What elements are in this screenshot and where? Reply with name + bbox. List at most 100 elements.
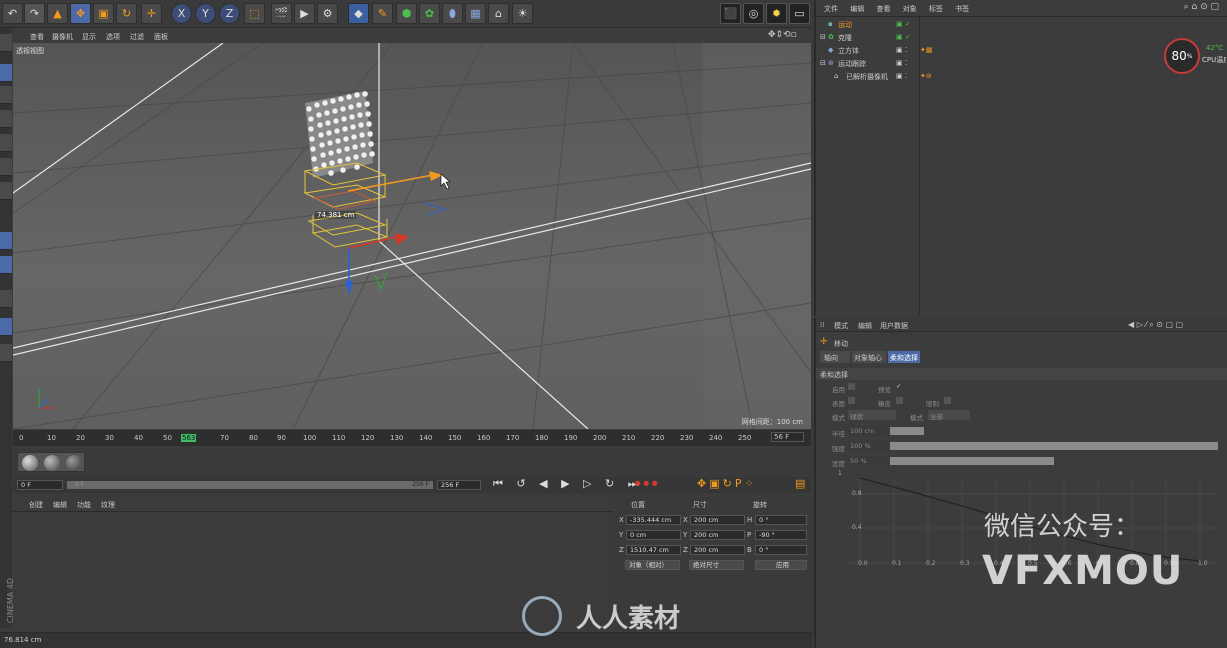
om-menu-bookmarks[interactable]: 书签 xyxy=(955,5,969,13)
key-buttons[interactable]: ✥▣↻P⁘ xyxy=(697,477,757,490)
tab-object-axis[interactable]: 对象轴心 xyxy=(852,351,886,363)
om-menu-object[interactable]: 对象 xyxy=(903,5,917,13)
menu-edit[interactable]: 编辑 xyxy=(53,500,67,510)
object-name[interactable]: 运动跟踪 xyxy=(838,59,866,69)
snap-icon[interactable] xyxy=(0,290,12,308)
apply-button[interactable]: 应用 xyxy=(755,560,807,570)
end-frame-field[interactable]: 56 F xyxy=(771,432,805,442)
cube-icon[interactable]: ◆ xyxy=(348,3,369,24)
object-name[interactable]: 运动 xyxy=(838,20,852,30)
live-select-icon[interactable]: ▲ xyxy=(47,3,68,24)
viewport-nav-icon[interactable]: ✥⇕⟲▫ xyxy=(768,30,797,40)
pos-x-field[interactable]: -335.444 cm xyxy=(626,515,681,525)
move-tool-icon[interactable]: ✥ xyxy=(70,3,91,24)
world-coords-icon[interactable]: ⬚ xyxy=(244,3,265,24)
type-dropdown[interactable]: 球状 xyxy=(848,410,896,421)
render-view-icon[interactable]: 🎬 xyxy=(271,3,292,24)
pos-z-field[interactable]: 1510.47 cm xyxy=(626,545,681,555)
material-ball-icon[interactable] xyxy=(44,455,60,471)
record-buttons[interactable]: ⏺⏺⏺ xyxy=(635,477,661,491)
tab-soft-selection[interactable]: 柔和选择 xyxy=(888,351,920,363)
object-mode-icon[interactable] xyxy=(0,64,12,82)
size-mode-dropdown[interactable]: 绝对尺寸 xyxy=(689,560,744,570)
menu-function[interactable]: 功能 xyxy=(77,500,91,510)
object-name[interactable]: 已解析摄像机 xyxy=(846,72,888,82)
material-ball-icon[interactable] xyxy=(66,455,82,471)
lock-icon[interactable] xyxy=(0,344,12,362)
light-icon[interactable]: ☀ xyxy=(512,3,533,24)
om-menu-tags[interactable]: 标签 xyxy=(929,5,943,13)
menu-create[interactable]: 创建 xyxy=(29,500,43,510)
vp-menu-camera[interactable]: 摄像机 xyxy=(52,32,73,42)
range-slider[interactable]: 0 F 256 F xyxy=(67,481,433,489)
vp-menu-panel[interactable]: 面板 xyxy=(154,32,168,42)
enable-axis-icon[interactable] xyxy=(0,232,12,250)
width-field[interactable]: 50 % xyxy=(848,456,888,466)
size-z-field[interactable]: 200 cm xyxy=(690,545,745,555)
rot-h-field[interactable]: 0 ° xyxy=(755,515,807,525)
rubber-checkbox[interactable] xyxy=(896,397,903,404)
scale-tool-icon[interactable]: ▣ xyxy=(93,3,114,24)
vp-menu-options[interactable]: 选项 xyxy=(106,32,120,42)
vp-menu-view[interactable]: 查看 xyxy=(30,32,44,42)
uv-mode-icon[interactable] xyxy=(0,182,12,200)
vp-menu-filter[interactable]: 过滤 xyxy=(130,32,144,42)
size-x-field[interactable]: 200 cm xyxy=(690,515,745,525)
undo-icon[interactable]: ↶ xyxy=(2,3,23,24)
z-axis-icon[interactable]: Z xyxy=(219,3,240,24)
object-name[interactable]: 克隆 xyxy=(838,33,852,43)
om-menu-view[interactable]: 查看 xyxy=(876,5,890,13)
model-mode-icon[interactable] xyxy=(0,34,12,52)
edges-mode-icon[interactable] xyxy=(0,134,12,152)
render-settings-icon[interactable]: ⚙ xyxy=(317,3,338,24)
coord-mode-dropdown[interactable]: 对象（相对） xyxy=(625,560,680,570)
pen-icon[interactable]: ✎ xyxy=(372,3,393,24)
tab-axis[interactable]: 轴向 xyxy=(820,351,850,363)
surface-checkbox[interactable] xyxy=(848,397,855,404)
timeline-window-icon[interactable]: ▤ xyxy=(795,477,805,490)
current-frame-field[interactable]: 0 F xyxy=(17,480,63,490)
tweak-icon[interactable] xyxy=(0,256,12,274)
y-axis-icon[interactable]: Y xyxy=(195,3,216,24)
restrict-checkbox[interactable] xyxy=(944,397,951,404)
object-row[interactable]: ⊟ ✿ 克隆 ▣ ✓ xyxy=(816,33,1226,45)
coordinate-system-icon[interactable]: ✛ xyxy=(141,3,162,24)
x-axis-icon[interactable]: X xyxy=(171,3,192,24)
points-mode-icon[interactable] xyxy=(0,110,12,128)
render-picture-icon[interactable]: ▶ xyxy=(294,3,315,24)
am-menu-edit[interactable]: 编辑 xyxy=(858,321,872,331)
particle-cloud[interactable] xyxy=(305,90,376,178)
om-menu-file[interactable]: 文件 xyxy=(824,5,838,13)
om-search-icon[interactable]: ⌕ ⌂ ⊙ ▢ xyxy=(1184,2,1219,12)
menu-texture[interactable]: 纹理 xyxy=(101,500,115,510)
strength-slider[interactable] xyxy=(890,442,1218,450)
move-gizmo[interactable] xyxy=(345,171,447,295)
rot-p-field[interactable]: -90 ° xyxy=(755,530,807,540)
cloner-icon[interactable]: ✿ xyxy=(419,3,440,24)
rot-b-field[interactable]: 0 ° xyxy=(755,545,807,555)
pos-y-field[interactable]: 0 cm xyxy=(626,530,681,540)
timeline-ruler[interactable]: 0 10 20 30 40 50 563 70 80 90 100 110 12… xyxy=(13,430,811,446)
playback-controls[interactable]: ⏮ ↺ ◀ ▶ ▷ ↻ ⏭ xyxy=(493,477,643,491)
object-name[interactable]: 立方体 xyxy=(838,46,859,56)
material-ball-icon[interactable] xyxy=(22,455,38,471)
mask-icon[interactable]: ⬛ xyxy=(720,3,741,24)
am-nav-icons[interactable]: ◀ ▷ ⁄ ⌕ ⊙ ▢ ▢ xyxy=(1128,320,1183,330)
object-row[interactable]: ▪ 运动 ▣ ✓ xyxy=(816,20,1226,32)
subdivision-icon[interactable]: ⬢ xyxy=(396,3,417,24)
camera-icon[interactable]: ⌂ xyxy=(488,3,509,24)
size-y-field[interactable]: 200 cm xyxy=(690,530,745,540)
viewport[interactable]: 透视视图 74.381 cm 网格间距：100 cm xyxy=(13,43,811,429)
vp-menu-display[interactable]: 显示 xyxy=(82,32,96,42)
strength-field[interactable]: 100 % xyxy=(848,441,888,451)
texture-mode-icon[interactable] xyxy=(0,86,12,104)
mode-dropdown[interactable]: 全部 xyxy=(928,410,970,421)
am-menu-mode[interactable]: 模式 xyxy=(834,321,848,331)
object-row[interactable]: ⌂ 已解析摄像机 ▣ ⁚ ✦⊘ xyxy=(816,72,1226,84)
floor-icon[interactable]: ▦ xyxy=(465,3,486,24)
width-slider[interactable] xyxy=(890,457,1054,465)
radius-slider[interactable] xyxy=(890,427,924,435)
display-icon[interactable]: ▭ xyxy=(789,3,810,24)
playhead-marker[interactable]: 563 xyxy=(181,434,197,442)
sun-icon[interactable]: ✹ xyxy=(766,3,787,24)
